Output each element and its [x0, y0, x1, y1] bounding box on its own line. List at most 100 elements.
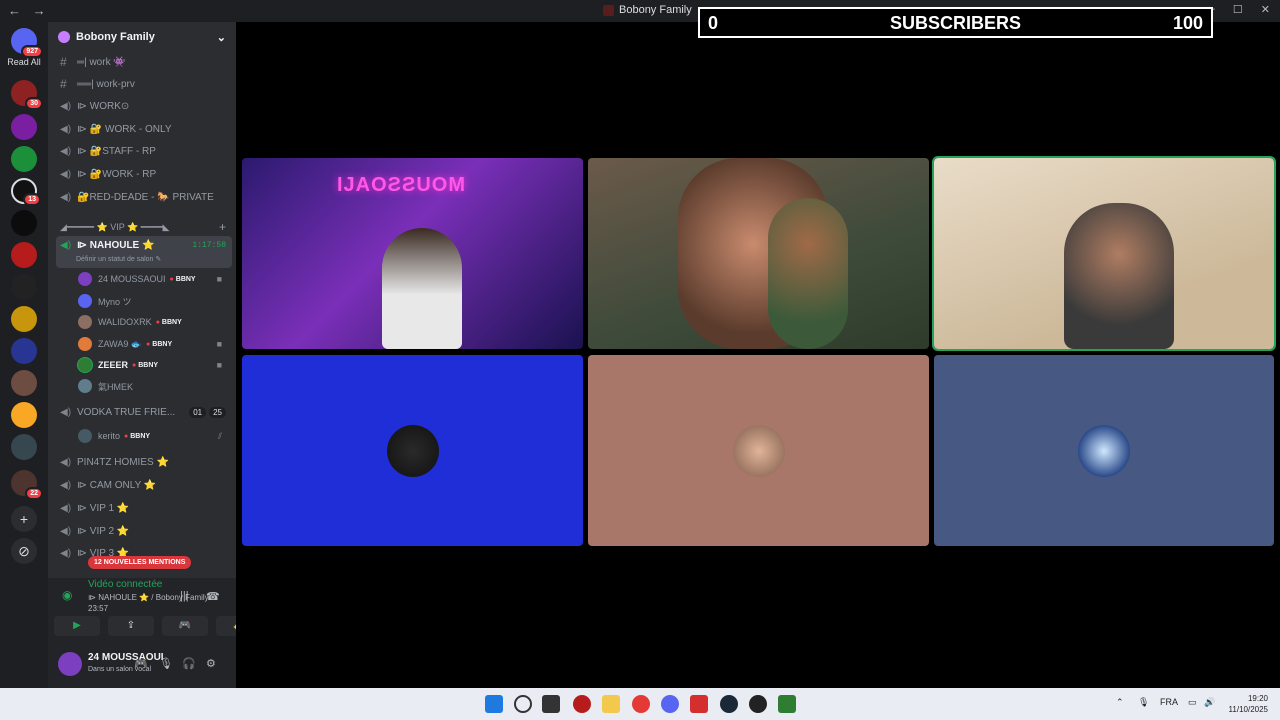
- avatar: [78, 315, 92, 329]
- language-indicator[interactable]: FRA: [1160, 697, 1178, 707]
- server-icon[interactable]: [11, 402, 37, 428]
- server-icon[interactable]: [11, 434, 37, 460]
- activities-button[interactable]: 🎮: [162, 616, 208, 636]
- server-icon[interactable]: [11, 306, 37, 332]
- back-button[interactable]: ←: [8, 3, 21, 18]
- search-icon[interactable]: [514, 695, 532, 713]
- server-icon[interactable]: [11, 274, 37, 300]
- subscriber-overlay: 0 SUBSCRIBERS 100: [698, 7, 1213, 38]
- server-header[interactable]: Bobony Family ⌄: [48, 22, 236, 52]
- channel-voice[interactable]: ◀) PIN4TZ HOMIES ⭐: [56, 452, 232, 472]
- read-all-button[interactable]: Read All: [0, 57, 48, 67]
- server-folder-icon[interactable]: 22: [11, 470, 43, 500]
- microphone-icon[interactable]: 🎙: [159, 657, 173, 670]
- task-view-icon[interactable]: [542, 695, 560, 713]
- notification-badge: 30: [25, 97, 43, 110]
- noise-suppression-icon[interactable]: |||: [180, 590, 189, 602]
- server-icon[interactable]: [11, 114, 37, 140]
- speaker-icon: ◀): [60, 456, 72, 468]
- voice-member[interactable]: 24 MOUSSAOUIBBNY■: [78, 270, 228, 288]
- username[interactable]: 24 MOUSSAOUI: [88, 652, 164, 663]
- direct-messages-icon[interactable]: 927: [11, 28, 43, 58]
- window-title: Bobony Family: [603, 4, 692, 16]
- system-clock[interactable]: 19:20 11/10/2025: [1229, 693, 1268, 715]
- app-icon[interactable]: [778, 695, 796, 713]
- app-icon[interactable]: [749, 695, 767, 713]
- subscriber-label: SUBSCRIBERS: [889, 13, 1022, 33]
- speaker-icon: ◀): [60, 547, 72, 559]
- gear-icon[interactable]: ⚙: [206, 657, 216, 670]
- speaker-icon: ◀): [60, 123, 72, 135]
- channel-voice[interactable]: ◀) ⧐ 🔐STAFF - RP: [56, 141, 232, 161]
- maximize-button[interactable]: ☐: [1233, 3, 1243, 16]
- server-icon[interactable]: [11, 338, 37, 364]
- channel-voice[interactable]: ◀) ⧐ 🔐WORK - RP: [56, 164, 232, 184]
- new-mentions-pill[interactable]: 12 NOUVELLES MENTIONS: [88, 556, 192, 569]
- voice-member[interactable]: ZAWA9 🐟BBNY■: [78, 335, 228, 353]
- channel-voice[interactable]: ◀) 🔐RED-DEADE - 🐎 PRIVATE: [56, 187, 232, 207]
- speaker-icon: ◀): [60, 406, 72, 418]
- speaker-icon: ◀): [60, 168, 72, 180]
- voice-member[interactable]: keritoBBNY⫽: [78, 427, 228, 445]
- forward-button[interactable]: →: [33, 3, 46, 18]
- microphone-icon[interactable]: 🎙: [1138, 697, 1149, 708]
- video-tile[interactable]: [588, 158, 929, 349]
- voice-status: Vidéo connectée: [88, 579, 163, 590]
- game-icon[interactable]: 🎮: [134, 657, 148, 670]
- video-stage: 0 SUBSCRIBERS 100 IJAOƧƧUOM: [236, 7, 1280, 688]
- file-explorer-icon[interactable]: [602, 695, 620, 713]
- voice-connection-panel: ◉ Vidéo connectée ⧐ NAHOULE ⭐ / Bobony F…: [48, 578, 262, 640]
- video-tile-avatar[interactable]: [588, 355, 929, 546]
- explore-icon[interactable]: ⊘: [11, 538, 37, 564]
- server-icon: [603, 4, 614, 16]
- channel-voice-active[interactable]: ◀) ⧐ NAHOULE ⭐ 1:17:58 Définir un statut…: [56, 236, 232, 268]
- voice-member[interactable]: Myno ツ: [78, 292, 228, 310]
- disconnect-icon[interactable]: ☎: [206, 590, 220, 603]
- chrome-icon[interactable]: [632, 695, 650, 713]
- voice-member[interactable]: WALIDOXRKBBNY: [78, 313, 228, 331]
- channel-voice[interactable]: ◀) VODKA TRUE FRIE... 01 25: [56, 402, 232, 422]
- voice-channel-link[interactable]: ⧐ NAHOULE ⭐ / Bobony Family: [88, 593, 209, 602]
- steam-icon[interactable]: [720, 695, 738, 713]
- server-name: Bobony Family: [58, 31, 155, 44]
- video-tile[interactable]: IJAOƧƧUOM: [242, 158, 583, 349]
- server-icon[interactable]: 30: [11, 80, 43, 110]
- channel-voice[interactable]: ◀) ⧐ 🔐 WORK - ONLY: [56, 119, 232, 139]
- app-icon[interactable]: [573, 695, 591, 713]
- voice-member[interactable]: 氣HMEK: [78, 377, 228, 395]
- category-vip[interactable]: ◢━━━━━ ⭐ VIP ⭐ ━━━━◣ +: [60, 220, 230, 234]
- channel-voice[interactable]: ◀) ⧐ VIP 1 ⭐: [56, 498, 232, 518]
- avatar: [732, 424, 785, 477]
- channel-status[interactable]: Définir un statut de salon ✎: [76, 255, 161, 263]
- server-icon[interactable]: [11, 210, 37, 236]
- volume-icon[interactable]: 🔊: [1204, 697, 1215, 708]
- server-icon-active[interactable]: 13: [11, 178, 41, 206]
- server-icon[interactable]: [11, 242, 37, 268]
- screen-share-button[interactable]: ⇪: [108, 616, 154, 636]
- add-server-icon[interactable]: +: [11, 506, 37, 532]
- server-icon[interactable]: [11, 370, 37, 396]
- discord-icon[interactable]: [661, 695, 679, 713]
- server-icon[interactable]: [11, 146, 37, 172]
- chevron-up-icon[interactable]: ⌃: [1116, 697, 1124, 708]
- video-tile-avatar[interactable]: [242, 355, 583, 546]
- voice-member-speaking[interactable]: ZEEERBBNY■: [78, 356, 228, 374]
- close-button[interactable]: ✕: [1261, 3, 1270, 16]
- app-icon[interactable]: [690, 695, 708, 713]
- camera-button[interactable]: ▶: [54, 616, 100, 636]
- channel-voice[interactable]: ◀) ⧐ VIP 2 ⭐: [56, 521, 232, 541]
- user-panel: 24 MOUSSAOUI Dans un salon vocal 🎮 🎙 🎧 ⚙: [48, 640, 236, 688]
- add-channel-icon[interactable]: +: [219, 220, 226, 234]
- video-tile-speaking[interactable]: [932, 156, 1276, 351]
- signal-icon[interactable]: ◉: [62, 588, 72, 602]
- video-tile-avatar[interactable]: [934, 355, 1274, 546]
- channel-voice[interactable]: ◀) ⧐ CAM ONLY ⭐: [56, 475, 232, 495]
- start-icon[interactable]: [485, 695, 503, 713]
- chevron-down-icon[interactable]: ⌄: [217, 31, 226, 44]
- channel-text[interactable]: # ══| work-prv: [56, 74, 232, 94]
- network-icon[interactable]: ▭: [1188, 697, 1197, 708]
- avatar[interactable]: [58, 652, 82, 676]
- channel-text[interactable]: # ═| work 👾: [56, 52, 232, 72]
- headphones-icon[interactable]: 🎧: [182, 657, 196, 670]
- channel-voice[interactable]: ◀) ⧐ WORK⊙: [56, 96, 232, 116]
